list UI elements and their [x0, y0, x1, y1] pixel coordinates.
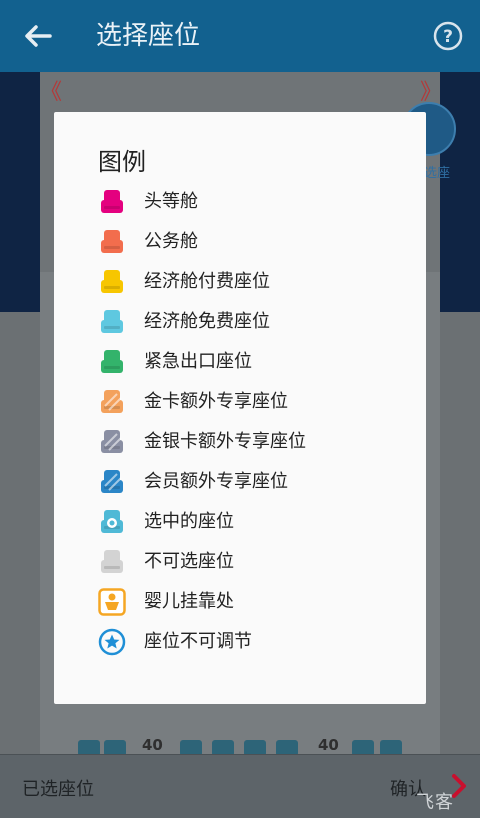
- star-icon: [98, 628, 126, 656]
- nose-left-marker: 《: [40, 80, 63, 105]
- legend-item: 金卡额外专享座位: [98, 384, 418, 424]
- seat: [352, 740, 374, 754]
- seat: [276, 740, 298, 754]
- legend-item-label: 不可选座位: [144, 551, 234, 572]
- legend-list: 头等舱公务舱经济舱付费座位 经济舱免费座位 紧急出口座位金卡额外专享座位 金银卡额外专…: [98, 184, 418, 664]
- legend-item-label: 会员额外专享座位: [144, 471, 288, 492]
- legend-item: 会员额外专享座位: [98, 464, 418, 504]
- legend-item-label: 金卡额外专享座位: [144, 391, 288, 412]
- legend-item: 座位不可调节: [98, 624, 418, 664]
- legend-item-label: 头等舱: [144, 191, 198, 212]
- legend-item: 公务舱: [98, 224, 418, 264]
- legend-item: 头等舱: [98, 184, 418, 224]
- seat: [78, 740, 100, 754]
- legend-item-label: 经济舱免费座位: [144, 311, 270, 332]
- legend-item: 不可选座位: [98, 544, 418, 584]
- legend-item-label: 公务舱: [144, 231, 198, 252]
- seat-icon: [98, 308, 126, 336]
- striped-seat-icon: [98, 388, 126, 416]
- striped-seat-icon: [98, 428, 126, 456]
- seat: [104, 740, 126, 754]
- seat-icon: [98, 228, 126, 256]
- bottom-bar: 已选座位 确认: [0, 754, 480, 818]
- legend-item: 选中的座位: [98, 504, 418, 544]
- striped-seat-icon: [98, 468, 126, 496]
- row-number: 40: [318, 736, 339, 754]
- seat-icon: [98, 348, 126, 376]
- seat-icon: [98, 268, 126, 296]
- nose-right-marker: 》: [420, 80, 443, 105]
- legend-item-label: 选中的座位: [144, 511, 234, 532]
- legend-item-label: 紧急出口座位: [144, 351, 252, 372]
- seat-icon: [98, 188, 126, 216]
- legend-item-label: 金银卡额外专享座位: [144, 431, 306, 452]
- selected-seats-label: 已选座位: [22, 779, 94, 800]
- watermark: 飞客: [416, 792, 454, 813]
- legend-item: 经济舱免费座位: [98, 304, 418, 344]
- legend-dialog[interactable]: 图例 头等舱公务舱经济舱付费座位 经济舱免费座位 紧急出口座位金卡额外专享座位 金银卡…: [54, 112, 426, 704]
- back-arrow-icon[interactable]: [20, 18, 56, 54]
- svg-text:?: ?: [443, 27, 453, 47]
- help-icon[interactable]: ?: [432, 20, 464, 52]
- selected-seat-icon: [98, 508, 126, 536]
- view-360-label: 选座: [424, 166, 451, 181]
- page-title: 选择座位: [96, 21, 201, 51]
- row-number: 40: [142, 736, 163, 754]
- legend-item-label: 经济舱付费座位: [144, 271, 270, 292]
- legend-item: 婴儿挂靠处: [98, 584, 418, 624]
- baby-icon: [98, 588, 126, 616]
- legend-item: 经济舱付费座位: [98, 264, 418, 304]
- seat: [212, 740, 234, 754]
- seat-icon: [98, 548, 126, 576]
- legend-item-label: 婴儿挂靠处: [144, 591, 234, 612]
- app-header: 选择座位 ?: [0, 0, 480, 72]
- seat: [180, 740, 202, 754]
- legend-item-label: 座位不可调节: [144, 631, 252, 652]
- legend-title: 图例: [98, 148, 146, 176]
- legend-item: 紧急出口座位: [98, 344, 418, 384]
- seat: [380, 740, 402, 754]
- seat: [244, 740, 266, 754]
- legend-item: 金银卡额外专享座位: [98, 424, 418, 464]
